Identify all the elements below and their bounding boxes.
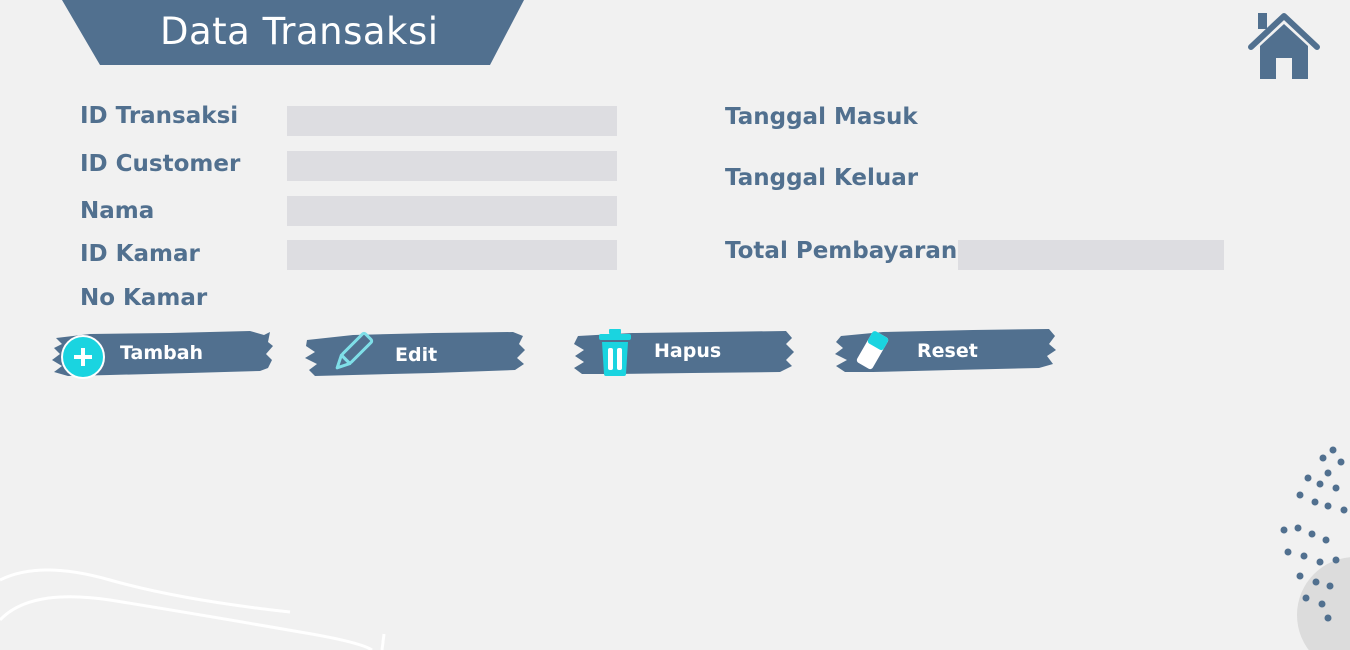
- reset-label: Reset: [917, 340, 978, 362]
- home-icon: [1248, 13, 1320, 79]
- id-kamar-input[interactable]: [287, 240, 617, 270]
- label-total-pembayaran: Total Pembayaran: [725, 238, 958, 264]
- label-tanggal-masuk: Tanggal Masuk: [725, 104, 918, 130]
- decorative-swirl: [0, 568, 386, 650]
- label-id-transaksi: ID Transaksi: [80, 103, 239, 129]
- id-transaksi-input[interactable]: [287, 106, 617, 136]
- trash-icon: [599, 329, 631, 376]
- page-title: Data Transaksi: [160, 10, 439, 53]
- plus-circle-icon: [61, 335, 105, 379]
- pencil-icon: [335, 331, 374, 370]
- edit-label: Edit: [395, 344, 438, 366]
- label-tanggal-keluar: Tanggal Keluar: [725, 165, 919, 191]
- edit-button[interactable]: Edit: [303, 328, 527, 378]
- tambah-label: Tambah: [120, 342, 204, 364]
- label-id-customer: ID Customer: [80, 151, 241, 177]
- tambah-button[interactable]: Tambah: [50, 328, 274, 379]
- eraser-icon: [856, 331, 889, 370]
- hapus-label: Hapus: [654, 340, 722, 362]
- title-banner: Data Transaksi: [62, 0, 524, 65]
- label-nama: Nama: [80, 198, 155, 224]
- total-pembayaran-input[interactable]: [958, 240, 1224, 270]
- label-id-kamar: ID Kamar: [80, 241, 200, 267]
- label-no-kamar: No Kamar: [80, 285, 208, 311]
- decorative-dots: [1280, 446, 1350, 650]
- reset-button[interactable]: Reset: [833, 326, 1057, 376]
- hapus-button[interactable]: Hapus: [572, 328, 796, 378]
- id-customer-input[interactable]: [287, 151, 617, 181]
- home-button[interactable]: [1246, 10, 1322, 82]
- nama-input[interactable]: [287, 196, 617, 226]
